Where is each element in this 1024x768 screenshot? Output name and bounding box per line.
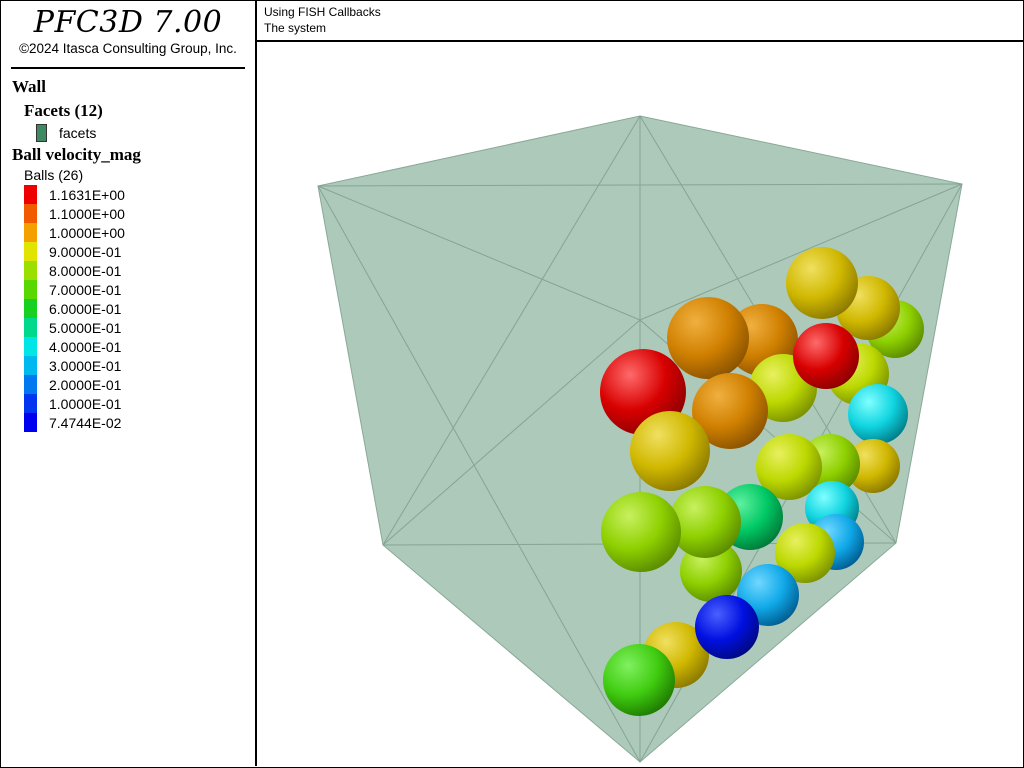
scale-swatch xyxy=(24,185,37,204)
3d-viewport[interactable] xyxy=(257,42,1023,766)
ball xyxy=(603,644,675,716)
scale-swatch xyxy=(24,223,37,242)
header-subtitle: The system xyxy=(264,21,327,35)
ball-velocity-heading: Ball velocity_mag xyxy=(12,145,141,164)
color-scale: 1.1631E+00 1.1000E+00 1.0000E+00 9.0000E-01… xyxy=(24,185,252,432)
header-title: Using FISH Callbacks xyxy=(264,5,381,19)
scale-swatch xyxy=(24,242,37,261)
scale-item: 1.0000E-01 xyxy=(24,394,252,413)
facets-label: facets xyxy=(59,125,97,141)
ball xyxy=(669,486,741,558)
scale-swatch xyxy=(24,261,37,280)
scale-item: 9.0000E-01 xyxy=(24,242,252,261)
scale-swatch xyxy=(24,204,37,223)
scale-value: 4.0000E-01 xyxy=(49,338,122,355)
scale-value: 7.0000E-01 xyxy=(49,281,122,298)
legend-panel: PFC3D 7.00 ©2024 Itasca Consulting Group… xyxy=(1,1,257,766)
scale-value: 6.0000E-01 xyxy=(49,300,122,317)
scale-swatch xyxy=(24,280,37,299)
scale-item: 1.0000E+00 xyxy=(24,223,252,242)
scale-value: 2.0000E-01 xyxy=(49,376,122,393)
scale-swatch xyxy=(24,337,37,356)
scale-value: 5.0000E-01 xyxy=(49,319,122,336)
scale-value: 1.1000E+00 xyxy=(49,205,125,222)
scale-item: 7.0000E-01 xyxy=(24,280,252,299)
scale-item: 2.0000E-01 xyxy=(24,375,252,394)
ball xyxy=(695,595,759,659)
facets-swatch xyxy=(36,124,47,142)
scale-item: 4.0000E-01 xyxy=(24,337,252,356)
scale-value: 8.0000E-01 xyxy=(49,262,122,279)
scale-item: 6.0000E-01 xyxy=(24,299,252,318)
scale-value: 1.0000E+00 xyxy=(49,224,125,241)
scale-item: 8.0000E-01 xyxy=(24,261,252,280)
scale-item: 5.0000E-01 xyxy=(24,318,252,337)
scale-swatch xyxy=(24,318,37,337)
balls-count-label: Balls (26) xyxy=(24,167,84,183)
title-bar: Using FISH Callbacks The system xyxy=(257,1,1023,42)
scale-value: 9.0000E-01 xyxy=(49,243,122,260)
ball xyxy=(793,323,859,389)
scale-item: 1.1000E+00 xyxy=(24,204,252,223)
scale-value: 1.0000E-01 xyxy=(49,395,122,412)
ball xyxy=(601,492,681,572)
app-title: PFC3D 7.00 xyxy=(33,5,223,40)
legend-separator xyxy=(11,67,245,69)
facets-legend-item: facets xyxy=(36,123,252,143)
scale-swatch xyxy=(24,356,37,375)
scale-value: 3.0000E-01 xyxy=(49,357,122,374)
ball xyxy=(848,384,908,444)
facets-heading: Facets (12) xyxy=(24,101,103,120)
scale-swatch xyxy=(24,299,37,318)
ball xyxy=(630,411,710,491)
scale-item: 7.4744E-02 xyxy=(24,413,252,432)
scale-value: 1.1631E+00 xyxy=(49,186,125,203)
scale-value: 7.4744E-02 xyxy=(49,414,122,431)
ball xyxy=(786,247,858,319)
scene-svg xyxy=(317,115,963,763)
scale-item: 3.0000E-01 xyxy=(24,356,252,375)
wall-heading: Wall xyxy=(12,77,47,96)
ball xyxy=(667,297,749,379)
scale-swatch xyxy=(24,413,37,432)
scale-swatch xyxy=(24,394,37,413)
legend: Wall Facets (12) facets Ball velocity_ma… xyxy=(12,77,252,432)
scale-swatch xyxy=(24,375,37,394)
scale-item: 1.1631E+00 xyxy=(24,185,252,204)
copyright-text: ©2024 Itasca Consulting Group, Inc. xyxy=(19,41,237,56)
